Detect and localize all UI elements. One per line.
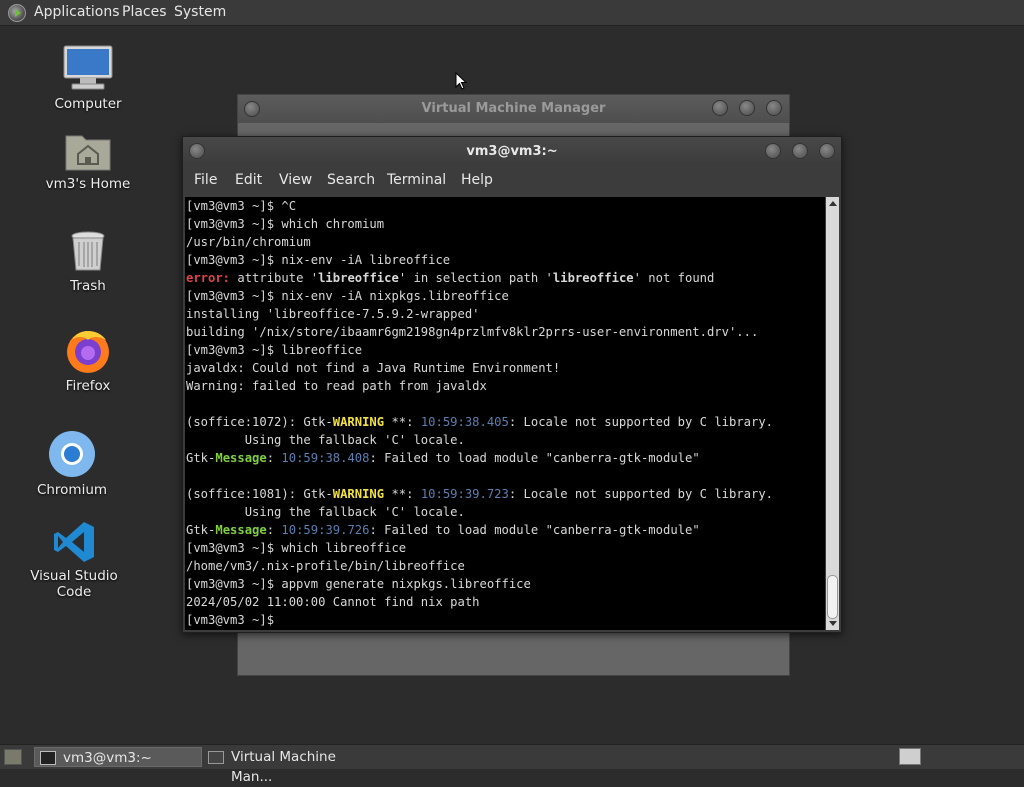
desktop-icon-computer[interactable]: Computer (28, 44, 148, 112)
minimize-button[interactable] (765, 143, 781, 159)
monitor-icon (208, 751, 224, 764)
close-button[interactable] (766, 100, 782, 116)
desktop-icon-label: Chromium (36, 482, 108, 498)
taskbar-item-terminal[interactable]: vm3@vm3:~ (34, 747, 202, 767)
desktop-icon-label: vm3's Home (45, 176, 131, 192)
close-button[interactable] (819, 143, 835, 159)
terminal-line: /home/vm3/.nix-profile/bin/libreoffice (186, 559, 465, 573)
taskbar-item-label: Virtual Machine Man... (231, 749, 336, 785)
terminal-scrollbar[interactable] (826, 197, 839, 630)
minimize-button[interactable] (712, 100, 728, 116)
home-folder-icon (64, 130, 112, 172)
system-menu[interactable]: System (174, 0, 226, 25)
trash-icon (68, 230, 108, 274)
bottom-panel: vm3@vm3:~ Virtual Machine Man... (0, 744, 1024, 785)
desktop-icon-chromium[interactable]: Chromium (12, 430, 132, 498)
terminal-line: Gtk-Message: 10:59:38.408: Failed to loa… (186, 451, 700, 465)
desktop-icon-label: Trash (70, 278, 106, 294)
desktop-icon-label: Firefox (65, 378, 111, 394)
scroll-down-icon[interactable] (829, 621, 837, 626)
terminal-line: [vm3@vm3 ~]$ libreoffice (186, 343, 363, 357)
terminal-line: Gtk-Message: 10:59:39.726: Failed to loa… (186, 523, 700, 537)
terminal-line: [vm3@vm3 ~]$ which chromium (186, 217, 385, 231)
menu-help[interactable]: Help (461, 165, 493, 195)
terminal-line: 2024/05/02 11:00:00 Cannot find nix path (186, 595, 480, 609)
desktop-icon-home[interactable]: vm3's Home (28, 130, 148, 192)
terminal-line: [vm3@vm3 ~]$ nix-env -iA libreoffice (186, 253, 451, 267)
terminal-line: Warning: failed to read path from javald… (186, 379, 487, 393)
terminal-line: javaldx: Could not find a Java Runtime E… (186, 361, 561, 375)
terminal-line: [vm3@vm3 ~]$ nix-env -iA nixpkgs.libreof… (186, 289, 509, 303)
taskbar-item-label: vm3@vm3:~ (63, 750, 152, 766)
window-menu-button[interactable] (189, 143, 205, 159)
menu-terminal[interactable]: Terminal (387, 165, 446, 195)
terminal-line: Using the fallback 'C' locale. (186, 505, 465, 519)
terminal-line: [vm3@vm3 ~]$ which libreoffice (186, 541, 407, 555)
terminal-titlebar[interactable]: vm3@vm3:~ (183, 137, 841, 165)
desktop-icon-firefox[interactable]: Firefox (28, 326, 148, 394)
workspace-switcher[interactable] (899, 748, 921, 765)
top-panel: Applications Places System (0, 0, 1024, 26)
window-title: Virtual Machine Manager (421, 101, 606, 116)
terminal-line: building '/nix/store/ibaamr6gm2198gn4prz… (186, 325, 759, 339)
scrollbar-thumb[interactable] (827, 575, 838, 619)
computer-icon (62, 44, 114, 92)
terminal-line: [vm3@vm3 ~]$ appvm generate nixpkgs.libr… (186, 577, 531, 591)
applications-menu[interactable]: Applications (34, 0, 120, 25)
terminal-line: [vm3@vm3 ~]$ ^C (186, 199, 297, 213)
terminal-line: (soffice:1072): Gtk-WARNING **: 10:59:38… (186, 415, 774, 429)
desktop-icon-label: Computer (54, 96, 122, 112)
terminal-line: [vm3@vm3 ~]$ (186, 613, 282, 627)
terminal-window[interactable]: vm3@vm3:~ File Edit View Search Terminal… (182, 136, 842, 633)
firefox-icon (64, 326, 112, 374)
mouse-pointer-icon (455, 72, 467, 90)
desktop-icon-vscode[interactable]: Visual Studio Code (14, 520, 134, 600)
terminal-icon (40, 751, 56, 765)
desktop-icon-label: Visual Studio Code (30, 568, 118, 600)
places-menu[interactable]: Places (122, 0, 167, 25)
maximize-button[interactable] (792, 143, 808, 159)
terminal-line: installing 'libreoffice-7.5.9.2-wrapped' (186, 307, 480, 321)
terminal-output[interactable]: [vm3@vm3 ~]$ ^C [vm3@vm3 ~]$ which chrom… (185, 197, 825, 630)
menu-edit[interactable]: Edit (235, 165, 262, 195)
menu-file[interactable]: File (194, 165, 217, 195)
taskbar-item-vm-manager[interactable]: Virtual Machine Man... (204, 747, 374, 785)
window-title: vm3@vm3:~ (466, 144, 558, 159)
chromium-icon (48, 430, 96, 478)
terminal-line: error: attribute 'libreoffice' in select… (186, 271, 715, 285)
show-desktop-icon[interactable] (4, 749, 22, 765)
maximize-button[interactable] (739, 100, 755, 116)
menu-view[interactable]: View (279, 165, 312, 195)
desktop-icon-trash[interactable]: Trash (28, 230, 148, 294)
vm-manager-titlebar[interactable]: Virtual Machine Manager (238, 95, 789, 123)
gnome-foot-icon[interactable] (8, 4, 26, 22)
vscode-icon (52, 520, 96, 564)
terminal-text: [vm3@vm3 ~]$ ^C [vm3@vm3 ~]$ which chrom… (185, 197, 825, 629)
terminal-line: (soffice:1081): Gtk-WARNING **: 10:59:39… (186, 487, 774, 501)
window-menu-button[interactable] (244, 101, 260, 117)
terminal-line: Using the fallback 'C' locale. (186, 433, 465, 447)
terminal-menubar: File Edit View Search Terminal Help (183, 165, 841, 195)
menu-search[interactable]: Search (327, 165, 375, 195)
terminal-line: /usr/bin/chromium (186, 235, 311, 249)
scroll-up-icon[interactable] (829, 201, 837, 206)
